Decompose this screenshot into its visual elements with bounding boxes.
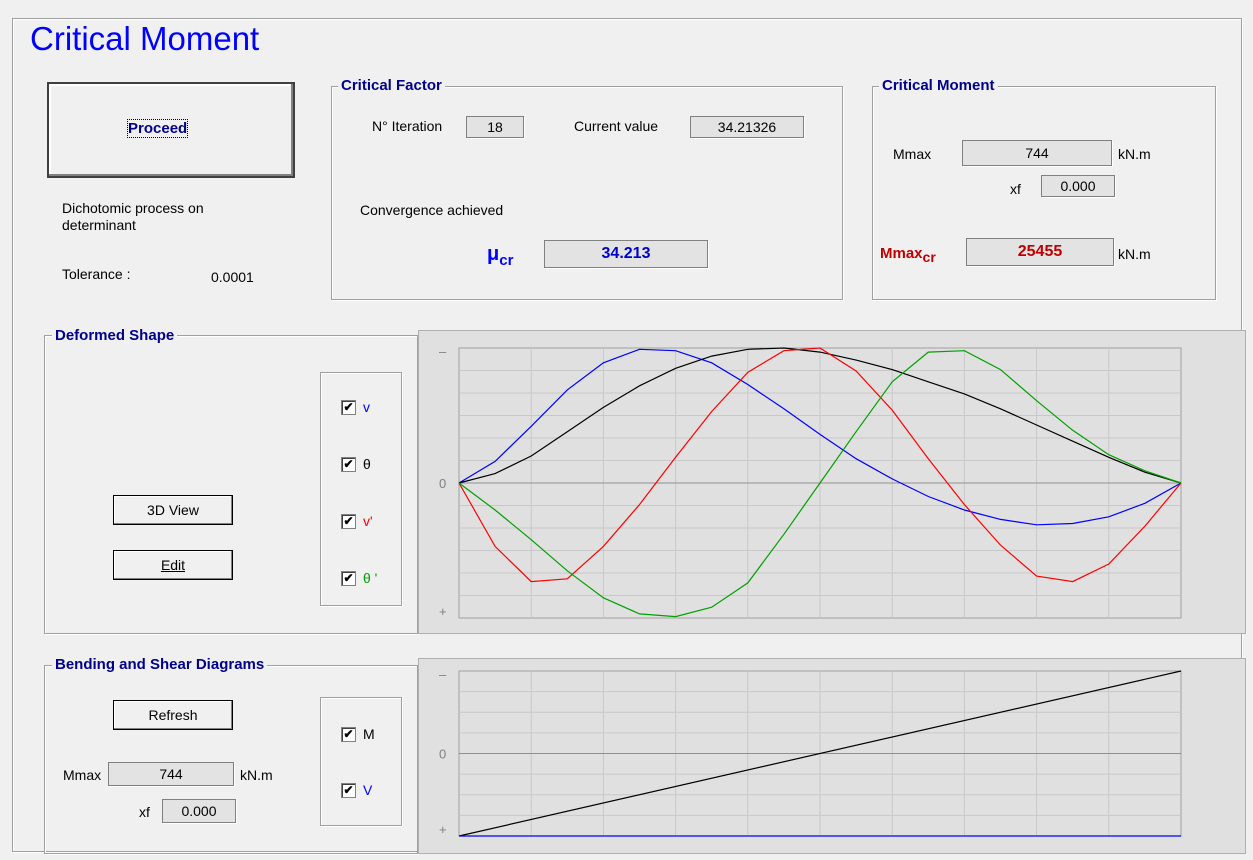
bs-mmax-field: 744 bbox=[108, 762, 234, 786]
mu-cr-field: 34.213 bbox=[544, 240, 708, 268]
checkbox-label-bsChecks-1: V bbox=[363, 782, 373, 798]
checkbox-label-bsChecks-0: M bbox=[363, 726, 375, 742]
current-value-field: 34.21326 bbox=[690, 116, 804, 138]
process-text-line2: determinant bbox=[62, 217, 136, 233]
xf-field: 0.000 bbox=[1041, 175, 1115, 197]
checkbox-label-defChecks-1: θ bbox=[363, 456, 371, 472]
mmax-cr-subscript: cr bbox=[922, 249, 936, 265]
checkbox-defChecks-0[interactable]: ✔ bbox=[341, 400, 356, 415]
y-tick-label: + bbox=[439, 822, 447, 837]
tolerance-label: Tolerance : bbox=[62, 266, 131, 282]
deformed-check-group bbox=[320, 372, 402, 606]
edit-button[interactable]: Edit bbox=[113, 550, 233, 580]
refresh-button[interactable]: Refresh bbox=[113, 700, 233, 730]
process-text-line1: Dichotomic process on bbox=[62, 200, 204, 216]
mu-symbol: μ bbox=[487, 243, 500, 265]
page-title: Critical Moment bbox=[26, 20, 264, 58]
convergence-status: Convergence achieved bbox=[360, 202, 504, 218]
proceed-button[interactable]: Proceed bbox=[47, 82, 295, 178]
mmax-cr-field: 25455 bbox=[966, 238, 1114, 266]
checkbox-label-defChecks-0: v bbox=[363, 399, 370, 415]
bs-mmax-unit: kN.m bbox=[240, 767, 273, 783]
deformed-shape-chart: – 0 + bbox=[418, 330, 1246, 634]
bending-check-group bbox=[320, 697, 402, 826]
checkbox-label-defChecks-2: v' bbox=[363, 513, 373, 529]
y-tick-label: + bbox=[439, 604, 447, 619]
bs-xf-label: xf bbox=[139, 804, 150, 820]
checkbox-bsChecks-0[interactable]: ✔ bbox=[341, 727, 356, 742]
mu-subscript: cr bbox=[499, 252, 514, 269]
iteration-label: N° Iteration bbox=[372, 118, 443, 134]
iteration-field: 18 bbox=[466, 116, 524, 138]
checkbox-defChecks-1[interactable]: ✔ bbox=[341, 457, 356, 472]
mmax-cr-label: Mmaxcr bbox=[880, 245, 936, 265]
3d-view-button[interactable]: 3D View bbox=[113, 495, 233, 525]
mmax-unit: kN.m bbox=[1118, 146, 1151, 162]
bs-mmax-label: Mmax bbox=[63, 767, 102, 783]
xf-label: xf bbox=[1010, 181, 1021, 197]
bending-shear-title: Bending and Shear Diagrams bbox=[52, 656, 268, 674]
critical-factor-title: Critical Factor bbox=[338, 77, 445, 95]
mmax-cr-unit: kN.m bbox=[1118, 246, 1151, 262]
proceed-label: Proceed bbox=[126, 119, 189, 138]
bending-shear-chart: – 0 + bbox=[418, 658, 1246, 854]
bending-shear-svg: – 0 + bbox=[439, 667, 1182, 837]
critical-moment-title: Critical Moment bbox=[879, 77, 998, 95]
y-tick-label: – bbox=[439, 344, 447, 359]
deformed-shape-title: Deformed Shape bbox=[52, 327, 178, 345]
bs-xf-field: 0.000 bbox=[162, 799, 236, 823]
deformed-shape-svg: – 0 + bbox=[439, 344, 1182, 619]
checkbox-defChecks-2[interactable]: ✔ bbox=[341, 514, 356, 529]
mmax-field: 744 bbox=[962, 140, 1112, 166]
checkbox-label-defChecks-3: θ ' bbox=[363, 570, 378, 586]
y-tick-label: 0 bbox=[439, 476, 446, 491]
current-value-label: Current value bbox=[574, 118, 659, 134]
checkbox-bsChecks-1[interactable]: ✔ bbox=[341, 783, 356, 798]
mu-cr-label: μcr bbox=[487, 243, 513, 269]
tolerance-value: 0.0001 bbox=[211, 269, 254, 285]
mmax-label: Mmax bbox=[893, 146, 932, 162]
y-tick-label: – bbox=[439, 667, 447, 682]
y-tick-label: 0 bbox=[439, 747, 446, 762]
checkbox-defChecks-3[interactable]: ✔ bbox=[341, 571, 356, 586]
mmax-cr-text: Mmax bbox=[880, 245, 923, 262]
